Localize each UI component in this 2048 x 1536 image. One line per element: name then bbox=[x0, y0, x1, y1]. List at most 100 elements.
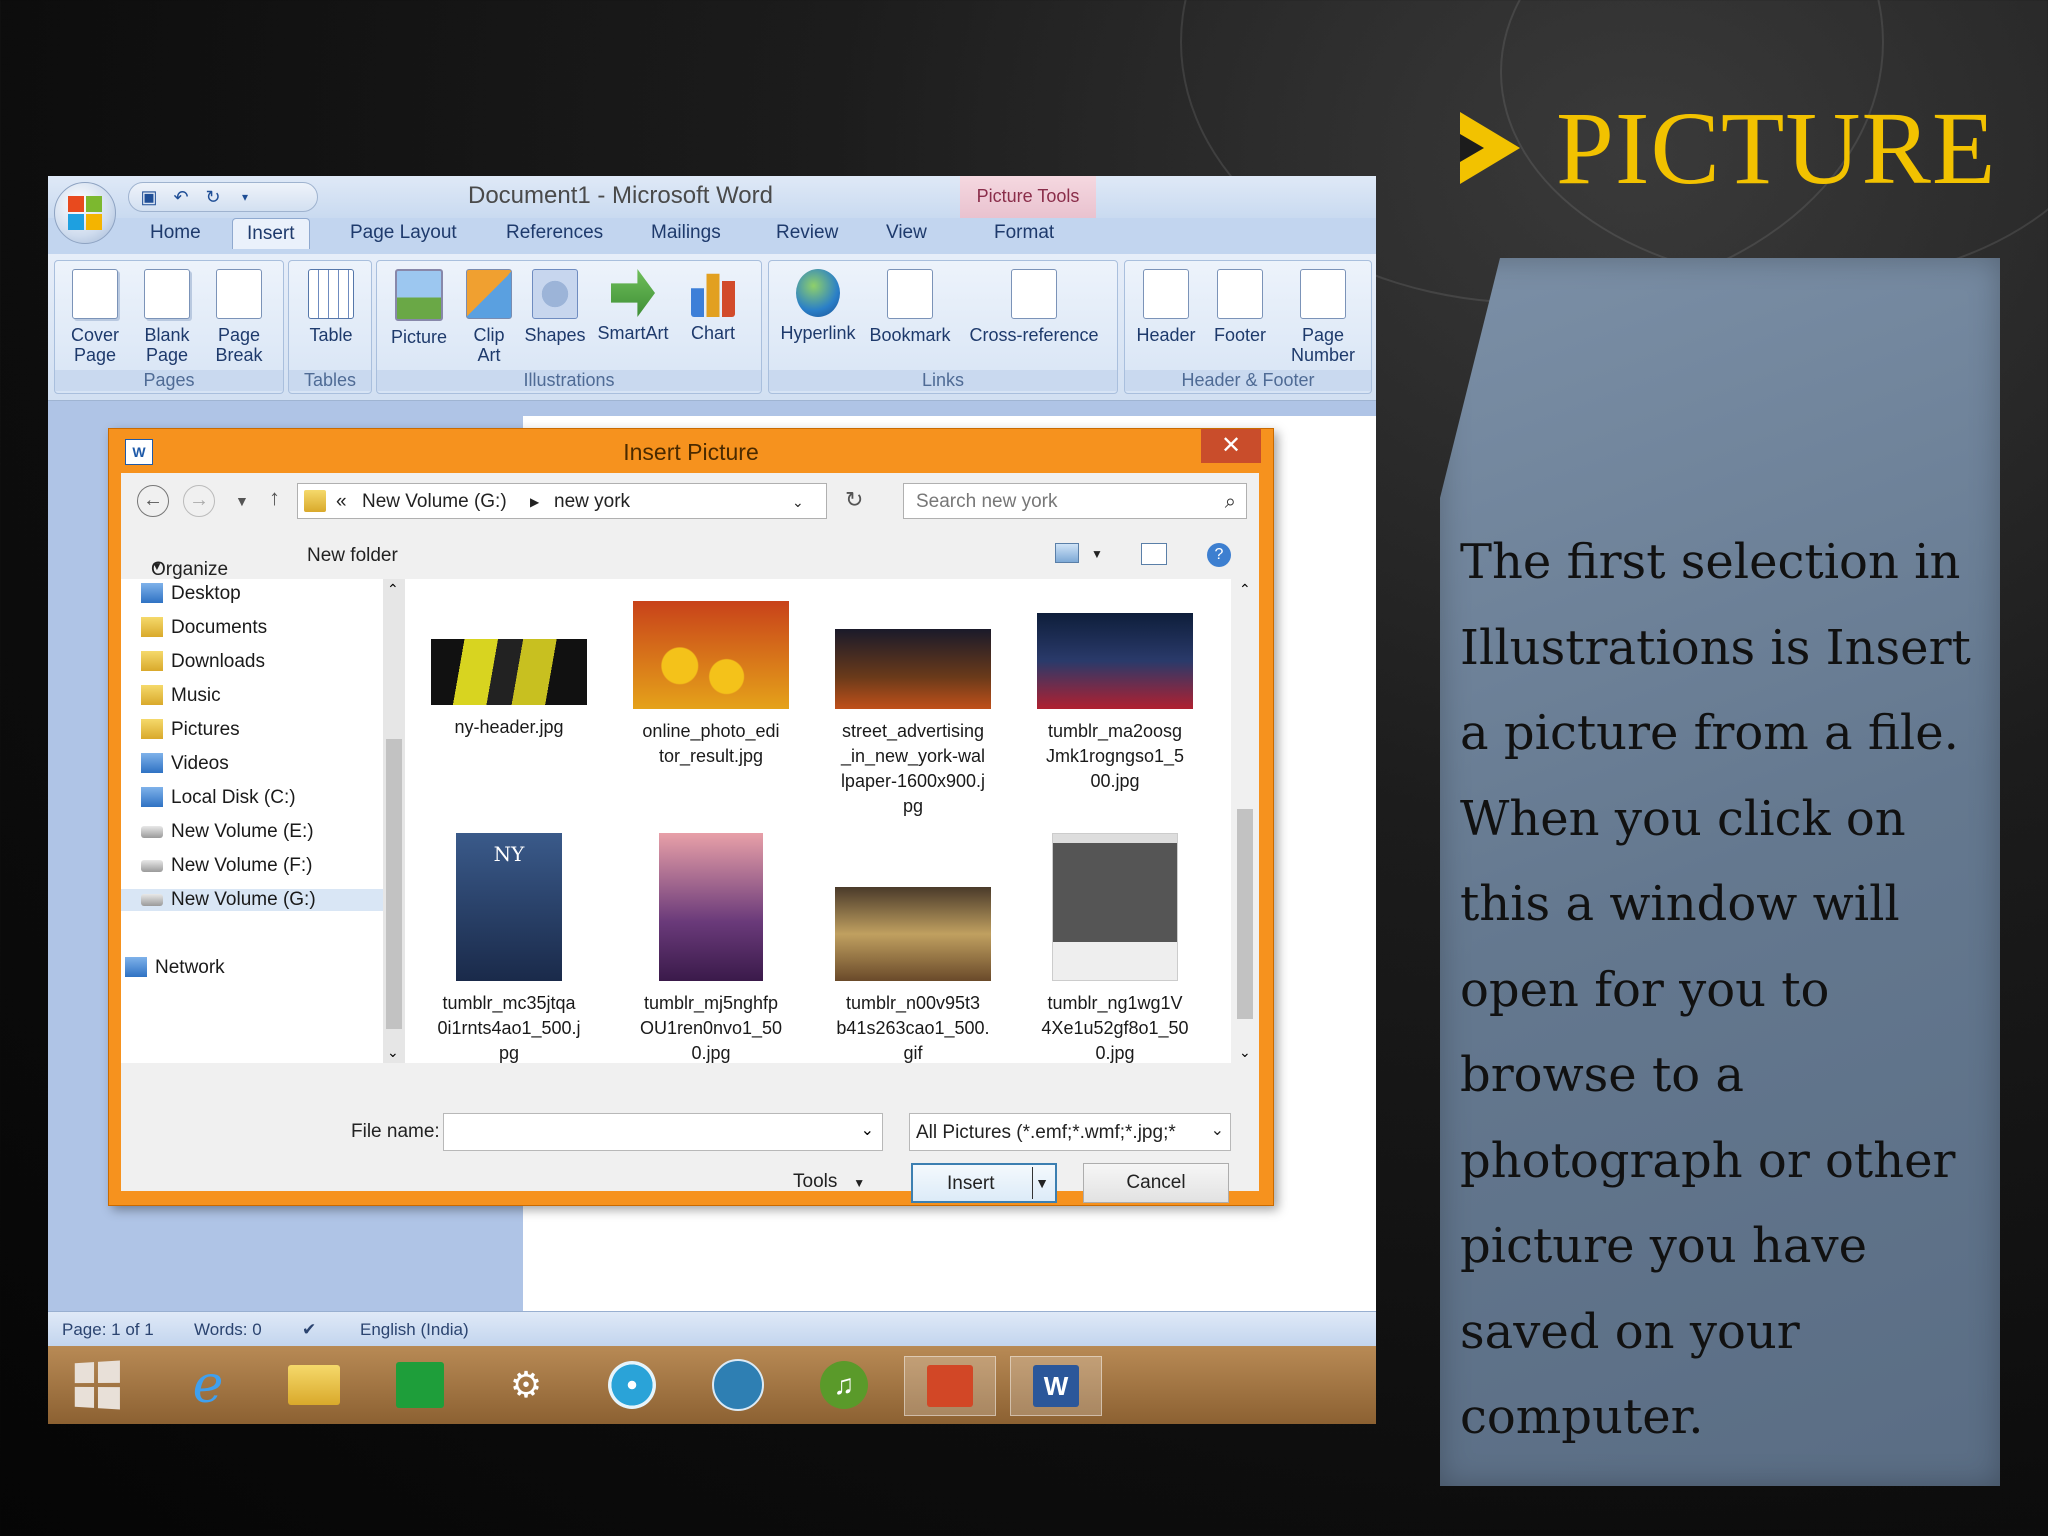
search-icon[interactable]: ⌕ bbox=[1225, 491, 1236, 514]
file-type-select[interactable]: All Pictures (*.emf;*.wmf;*.jpg;* ⌄ bbox=[909, 1113, 1231, 1151]
cross-reference-button[interactable]: Cross-reference bbox=[959, 269, 1109, 345]
bookmark-button[interactable]: Bookmark bbox=[865, 269, 955, 345]
preview-pane-icon[interactable] bbox=[1141, 543, 1167, 565]
redo-icon[interactable]: ↻ bbox=[203, 187, 223, 207]
proofing-icon[interactable]: ✔ bbox=[302, 1320, 316, 1340]
tab-view[interactable]: View bbox=[886, 222, 927, 244]
file-item[interactable]: tumblr_ma2oosg Jmk1rogngso1_5 00.jpg bbox=[1015, 613, 1215, 794]
address-drive[interactable]: New Volume (G:) bbox=[362, 491, 507, 513]
status-words[interactable]: Words: 0 bbox=[194, 1320, 262, 1340]
internet-explorer-icon[interactable]: e bbox=[178, 1355, 238, 1415]
undo-icon[interactable]: ↶ bbox=[171, 187, 191, 207]
file-item[interactable]: ny-header.jpg bbox=[409, 639, 609, 740]
file-item[interactable]: tumblr_mj5nghfp OU1ren0nvo1_50 0.jpg bbox=[611, 833, 811, 1066]
cancel-button[interactable]: Cancel bbox=[1083, 1163, 1229, 1203]
scroll-up-icon[interactable]: ⌃ bbox=[1239, 581, 1251, 598]
nav-scrollbar[interactable]: ⌃ ⌄ bbox=[383, 579, 405, 1063]
nav-volume-g[interactable]: New Volume (G:) bbox=[121, 889, 383, 911]
status-page[interactable]: Page: 1 of 1 bbox=[62, 1320, 154, 1340]
customize-qat-icon[interactable]: ▾ bbox=[235, 187, 255, 207]
music-icon[interactable]: ♫ bbox=[814, 1356, 874, 1414]
file-item[interactable]: street_advertising _in_new_york-wal lpap… bbox=[813, 629, 1013, 819]
table-button[interactable]: Table bbox=[301, 269, 361, 345]
cover-page-button[interactable]: Cover Page bbox=[65, 269, 125, 365]
tab-page-layout[interactable]: Page Layout bbox=[350, 222, 457, 244]
insert-button[interactable]: Insert ▼ bbox=[911, 1163, 1057, 1203]
powerpoint-taskbar-icon[interactable] bbox=[904, 1356, 996, 1416]
help-icon[interactable]: ? bbox=[1207, 543, 1231, 567]
scroll-down-icon[interactable]: ⌄ bbox=[1239, 1044, 1251, 1061]
file-name-dropdown-icon[interactable]: ⌄ bbox=[861, 1120, 874, 1140]
tab-home[interactable]: Home bbox=[150, 222, 201, 244]
up-icon[interactable]: ↑ bbox=[269, 485, 280, 511]
nav-volume-f[interactable]: New Volume (F:) bbox=[141, 855, 312, 877]
settings-icon[interactable]: ⚙ bbox=[496, 1356, 556, 1414]
disc-icon[interactable] bbox=[602, 1356, 662, 1414]
close-button[interactable]: ✕ bbox=[1201, 429, 1261, 463]
page-number-button[interactable]: Page Number bbox=[1279, 269, 1367, 365]
page-break-button[interactable]: Page Break bbox=[209, 269, 269, 365]
nav-scroll-thumb[interactable] bbox=[386, 739, 402, 1029]
hyperlink-button[interactable]: Hyperlink bbox=[775, 269, 861, 343]
page-number-label: Page Number bbox=[1290, 325, 1356, 365]
nav-videos[interactable]: Videos bbox=[141, 753, 229, 775]
nav-documents[interactable]: Documents bbox=[141, 617, 267, 639]
word-taskbar-icon[interactable]: W bbox=[1010, 1356, 1102, 1416]
blank-page-button[interactable]: Blank Page bbox=[137, 269, 197, 365]
status-language[interactable]: English (India) bbox=[360, 1320, 469, 1340]
file-name-input[interactable]: ⌄ bbox=[443, 1113, 883, 1151]
footer-button[interactable]: Footer bbox=[1205, 269, 1275, 345]
picture-button[interactable]: Picture bbox=[383, 269, 455, 347]
file-list-scrollbar[interactable]: ⌃ ⌄ bbox=[1231, 579, 1259, 1063]
start-icon[interactable] bbox=[66, 1356, 126, 1414]
nav-local-disk-c[interactable]: Local Disk (C:) bbox=[141, 787, 296, 809]
change-view-icon[interactable] bbox=[1055, 543, 1079, 563]
clip-art-button[interactable]: Clip Art bbox=[461, 269, 517, 365]
tab-format[interactable]: Format bbox=[994, 222, 1054, 244]
hyperlink-label: Hyperlink bbox=[780, 323, 856, 343]
tools-button[interactable]: Tools ▼ bbox=[793, 1171, 865, 1193]
address-bar[interactable]: « New Volume (G:) ▶ new york ⌄ bbox=[297, 483, 827, 519]
recent-locations-icon[interactable]: ▼ bbox=[235, 493, 249, 509]
search-box[interactable]: ⌕ bbox=[903, 483, 1247, 520]
nav-pictures[interactable]: Pictures bbox=[141, 719, 240, 741]
smartart-label: SmartArt bbox=[597, 323, 669, 343]
chart-button[interactable]: Chart bbox=[681, 269, 745, 343]
address-dropdown-icon[interactable]: ⌄ bbox=[792, 494, 804, 511]
forward-icon[interactable]: → bbox=[183, 485, 215, 517]
file-type-dropdown-icon[interactable]: ⌄ bbox=[1211, 1120, 1224, 1140]
insert-dropdown-icon[interactable]: ▼ bbox=[1032, 1167, 1051, 1199]
tab-references[interactable]: References bbox=[506, 222, 603, 244]
file-item[interactable]: tumblr_ng1wg1V 4Xe1u52gf8o1_50 0.jpg bbox=[1015, 833, 1215, 1066]
new-folder-button[interactable]: New folder bbox=[307, 545, 398, 567]
address-folder[interactable]: new york bbox=[554, 491, 630, 513]
search-input[interactable] bbox=[904, 484, 1218, 520]
refresh-icon[interactable]: ↻ bbox=[845, 487, 863, 513]
view-dropdown-icon[interactable]: ▼ bbox=[1091, 547, 1103, 561]
file-name: street_advertising _in_new_york-wal lpap… bbox=[840, 721, 986, 816]
file-item[interactable]: NY tumblr_mc35jtqa 0i1rnts4ao1_500.j pg bbox=[409, 833, 609, 1066]
shapes-button[interactable]: Shapes bbox=[523, 269, 587, 345]
tab-review[interactable]: Review bbox=[776, 222, 838, 244]
header-button[interactable]: Header bbox=[1131, 269, 1201, 345]
tab-mailings[interactable]: Mailings bbox=[651, 222, 721, 244]
scroll-down-icon[interactable]: ⌄ bbox=[387, 1044, 399, 1061]
smartart-button[interactable]: SmartArt bbox=[593, 269, 673, 343]
nav-volume-e[interactable]: New Volume (E:) bbox=[141, 821, 314, 843]
nav-music[interactable]: Music bbox=[141, 685, 221, 707]
file-name: ny-header.jpg bbox=[454, 717, 564, 737]
scroll-up-icon[interactable]: ⌃ bbox=[387, 581, 399, 598]
file-item[interactable]: online_photo_edi tor_result.jpg bbox=[611, 601, 811, 769]
save-icon[interactable]: ▣ bbox=[139, 187, 159, 207]
store-icon[interactable] bbox=[390, 1356, 450, 1414]
nav-desktop[interactable]: Desktop bbox=[141, 583, 241, 605]
file-scroll-thumb[interactable] bbox=[1237, 809, 1253, 1019]
tab-insert[interactable]: Insert bbox=[232, 218, 310, 249]
nav-downloads[interactable]: Downloads bbox=[141, 651, 265, 673]
office-button[interactable] bbox=[54, 182, 116, 244]
back-icon[interactable]: ← bbox=[137, 485, 169, 517]
file-item[interactable]: tumblr_n00v95t3 b41s263cao1_500. gif bbox=[813, 887, 1013, 1066]
video-icon[interactable] bbox=[708, 1356, 768, 1414]
file-explorer-icon[interactable] bbox=[284, 1356, 344, 1414]
nav-network[interactable]: Network bbox=[125, 957, 225, 979]
